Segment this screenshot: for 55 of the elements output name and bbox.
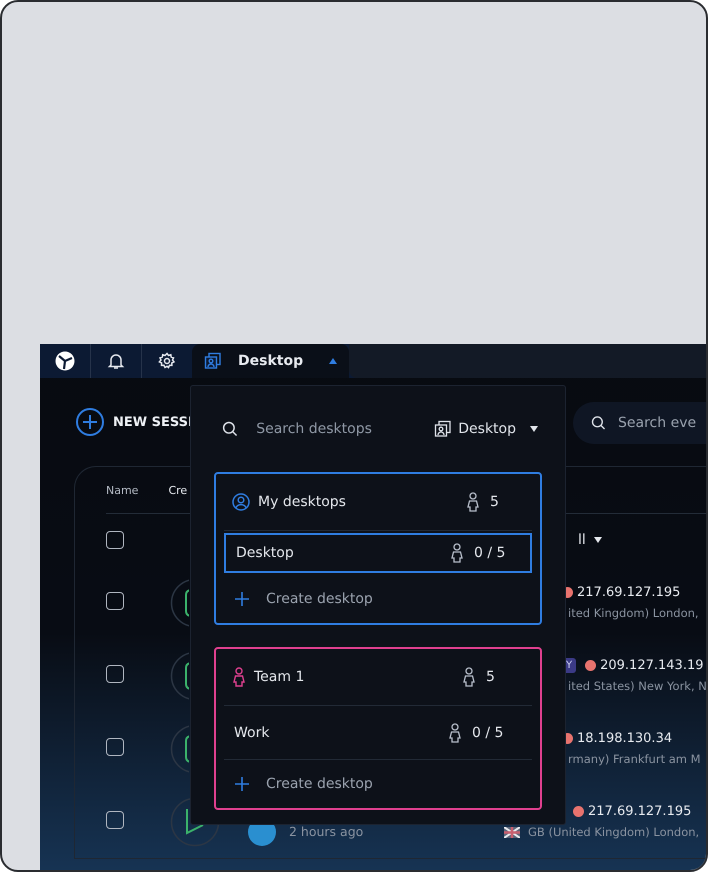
person-icon — [466, 492, 480, 512]
search-input[interactable]: Search eve — [616, 414, 706, 432]
member-count: 5 — [490, 494, 499, 510]
ip-address: 209.127.143.19 — [600, 658, 704, 673]
ip-address: 217.69.127.195 — [577, 585, 680, 600]
desktop-filter-dropdown[interactable]: Desktop — [434, 420, 538, 438]
person-icon — [450, 543, 464, 563]
person-icon — [232, 667, 246, 687]
location-text: ited States) New York, N — [568, 679, 706, 693]
caret-icon — [329, 358, 337, 364]
search-field[interactable]: Search eve — [573, 402, 706, 444]
status-ring-icon — [170, 650, 189, 700]
location-text: rmany) Frankfurt am M — [568, 752, 701, 766]
checkbox[interactable] — [106, 810, 124, 828]
person-icon — [448, 722, 462, 742]
status-ring-icon — [170, 578, 189, 628]
checkbox[interactable] — [106, 738, 124, 756]
member-count: 5 — [486, 669, 495, 685]
checkbox[interactable] — [106, 664, 124, 682]
member-count: 0 / 5 — [474, 545, 506, 561]
plus-icon — [234, 591, 250, 607]
plus-icon — [234, 776, 250, 792]
create-desktop-button[interactable]: Create desktop — [224, 575, 379, 623]
column-header[interactable]: Cre — [168, 484, 188, 496]
desktop-name: Work — [234, 724, 270, 740]
flag-icon — [504, 826, 520, 838]
desktop-tab[interactable]: Desktop — [192, 344, 349, 378]
filter-dropdown[interactable]: ll — [578, 532, 586, 548]
search-field[interactable]: Search desktops — [254, 420, 412, 438]
user-circle-icon — [232, 493, 250, 511]
checkbox[interactable] — [106, 531, 124, 549]
group-title: My desktops — [258, 494, 347, 510]
create-desktop-button[interactable]: Create desktop — [224, 760, 379, 808]
ip-address: 217.69.127.195 — [588, 804, 692, 819]
desktop-item[interactable]: Work 0 / 5 — [224, 706, 532, 760]
caret-icon — [594, 537, 602, 543]
caret-icon — [530, 426, 538, 432]
checkbox[interactable] — [106, 592, 124, 610]
person-icon — [462, 667, 476, 687]
status-ring-icon — [170, 724, 189, 774]
location-text: GB (United Kingdom) London, — [528, 825, 700, 839]
desktop-item[interactable]: Desktop 0 / 5 — [224, 533, 532, 573]
group-title: Team 1 — [254, 669, 306, 685]
member-count: 0 / 5 — [472, 724, 504, 740]
time-text: 2 hours ago — [289, 824, 364, 839]
ip-address: 18.198.130.34 — [577, 731, 672, 746]
status-dot — [585, 660, 596, 671]
location-text: ited Kingdom) London, — [568, 606, 699, 620]
desktops-icon — [434, 420, 452, 438]
plus-circle-icon — [75, 407, 105, 437]
search-icon — [222, 419, 238, 439]
desktops-icon — [204, 352, 222, 370]
desktop-name: Desktop — [236, 545, 295, 561]
column-header[interactable]: Name — [106, 484, 138, 496]
status-dot — [573, 806, 584, 817]
